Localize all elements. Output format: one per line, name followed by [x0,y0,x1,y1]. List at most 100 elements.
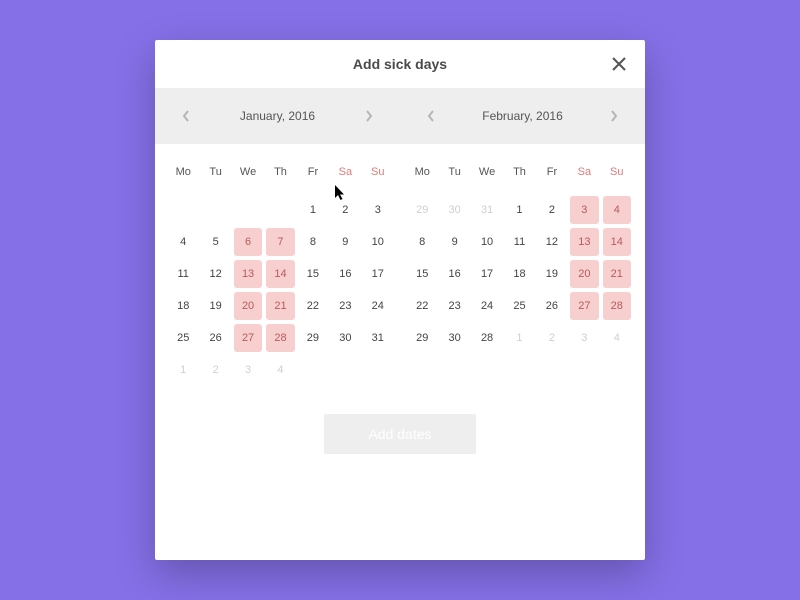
calendar-day[interactable]: 21 [266,292,294,320]
calendar-day[interactable]: 2 [538,324,566,352]
calendar-day[interactable]: 26 [201,324,229,352]
calendar-day[interactable]: 7 [266,228,294,256]
calendar-day[interactable]: 23 [331,292,359,320]
prev-month-right[interactable] [422,107,440,125]
calendar-day[interactable]: 3 [364,196,392,224]
calendar-day[interactable]: 28 [473,324,501,352]
calendar-day[interactable]: 23 [440,292,468,320]
next-month-left[interactable] [360,107,378,125]
weekday-header: MoTuWeThFrSaSu [406,162,633,182]
calendar-day[interactable]: 22 [299,292,327,320]
calendar-day[interactable]: 22 [408,292,436,320]
calendar-day[interactable]: 13 [234,260,262,288]
calendar-day[interactable]: 26 [538,292,566,320]
chevron-left-icon [427,109,435,123]
calendar-week: 2930281234 [406,322,633,354]
calendar-day[interactable]: 10 [473,228,501,256]
close-button[interactable] [607,52,631,76]
calendar-week: 123 [167,194,394,226]
chevron-right-icon [610,109,618,123]
calendar-day[interactable]: 16 [331,260,359,288]
calendar-day[interactable]: 29 [299,324,327,352]
calendar-day[interactable]: 18 [505,260,533,288]
calendar-day[interactable]: 28 [603,292,631,320]
calendar-day[interactable]: 20 [570,260,598,288]
calendar-week: 2930311234 [406,194,633,226]
calendar-day[interactable]: 12 [538,228,566,256]
calendar-day[interactable]: 15 [408,260,436,288]
calendar-day[interactable]: 29 [408,196,436,224]
calendar-day[interactable]: 11 [169,260,197,288]
calendar-day[interactable]: 30 [440,324,468,352]
calendar-day[interactable]: 3 [570,196,598,224]
calendar-day[interactable]: 8 [299,228,327,256]
calendar-week: 25262728293031 [167,322,394,354]
calendar-day[interactable]: 11 [505,228,533,256]
calendar-day[interactable]: 10 [364,228,392,256]
month-label-right: February, 2016 [482,109,563,123]
calendar-day[interactable]: 18 [169,292,197,320]
calendar-day[interactable]: 17 [473,260,501,288]
calendar-day[interactable]: 4 [603,196,631,224]
calendar-day[interactable]: 1 [169,356,197,384]
calendar-day[interactable]: 15 [299,260,327,288]
calendar-day[interactable]: 8 [408,228,436,256]
calendar-grid: 1234567891011121314151617181920212223242… [167,194,394,386]
calendar-day[interactable]: 28 [266,324,294,352]
calendar-day[interactable]: 1 [505,324,533,352]
calendar-week: 891011121314 [406,226,633,258]
calendar-week: 18192021222324 [167,290,394,322]
calendar-day[interactable]: 1 [505,196,533,224]
weekday-label: Th [264,162,296,182]
weekday-label: Tu [199,162,231,182]
calendar-day[interactable]: 4 [266,356,294,384]
calendar-week: 45678910 [167,226,394,258]
calendar-day[interactable]: 21 [603,260,631,288]
calendar-day[interactable]: 2 [538,196,566,224]
calendar-week: 15161718192021 [406,258,633,290]
calendar-day[interactable]: 2 [331,196,359,224]
modal-actions: Add dates [155,414,645,454]
calendar-day[interactable]: 31 [364,324,392,352]
modal-title: Add sick days [353,56,447,72]
calendar-day[interactable]: 9 [331,228,359,256]
calendar-day[interactable]: 5 [201,228,229,256]
calendars-container: MoTuWeThFrSaSu 1234567891011121314151617… [155,144,645,386]
chevron-right-icon [365,109,373,123]
weekday-label: Sa [329,162,361,182]
month-nav-left: January, 2016 [155,88,400,144]
month-nav-right: February, 2016 [400,88,645,144]
calendar-day[interactable]: 3 [570,324,598,352]
calendar-day[interactable]: 19 [538,260,566,288]
calendar-day[interactable]: 25 [505,292,533,320]
calendar-day[interactable]: 14 [266,260,294,288]
calendar-day[interactable]: 31 [473,196,501,224]
calendar-day[interactable]: 17 [364,260,392,288]
calendar-day[interactable]: 13 [570,228,598,256]
calendar-day[interactable]: 14 [603,228,631,256]
prev-month-left[interactable] [177,107,195,125]
calendar-day[interactable]: 29 [408,324,436,352]
calendar-day[interactable]: 12 [201,260,229,288]
calendar-day[interactable]: 16 [440,260,468,288]
weekday-label: Fr [536,162,568,182]
weekday-label: We [232,162,264,182]
calendar-day[interactable]: 6 [234,228,262,256]
calendar-day[interactable]: 27 [570,292,598,320]
calendar-day[interactable]: 19 [201,292,229,320]
add-dates-button[interactable]: Add dates [324,414,475,454]
calendar-day[interactable]: 20 [234,292,262,320]
calendar-day[interactable]: 2 [201,356,229,384]
calendar-day[interactable]: 27 [234,324,262,352]
calendar-day[interactable]: 30 [331,324,359,352]
next-month-right[interactable] [605,107,623,125]
calendar-day[interactable]: 4 [169,228,197,256]
calendar-day[interactable]: 25 [169,324,197,352]
calendar-day[interactable]: 3 [234,356,262,384]
calendar-day[interactable]: 24 [364,292,392,320]
calendar-day[interactable]: 24 [473,292,501,320]
calendar-day[interactable]: 30 [440,196,468,224]
calendar-day[interactable]: 9 [440,228,468,256]
calendar-day[interactable]: 4 [603,324,631,352]
calendar-day[interactable]: 1 [299,196,327,224]
